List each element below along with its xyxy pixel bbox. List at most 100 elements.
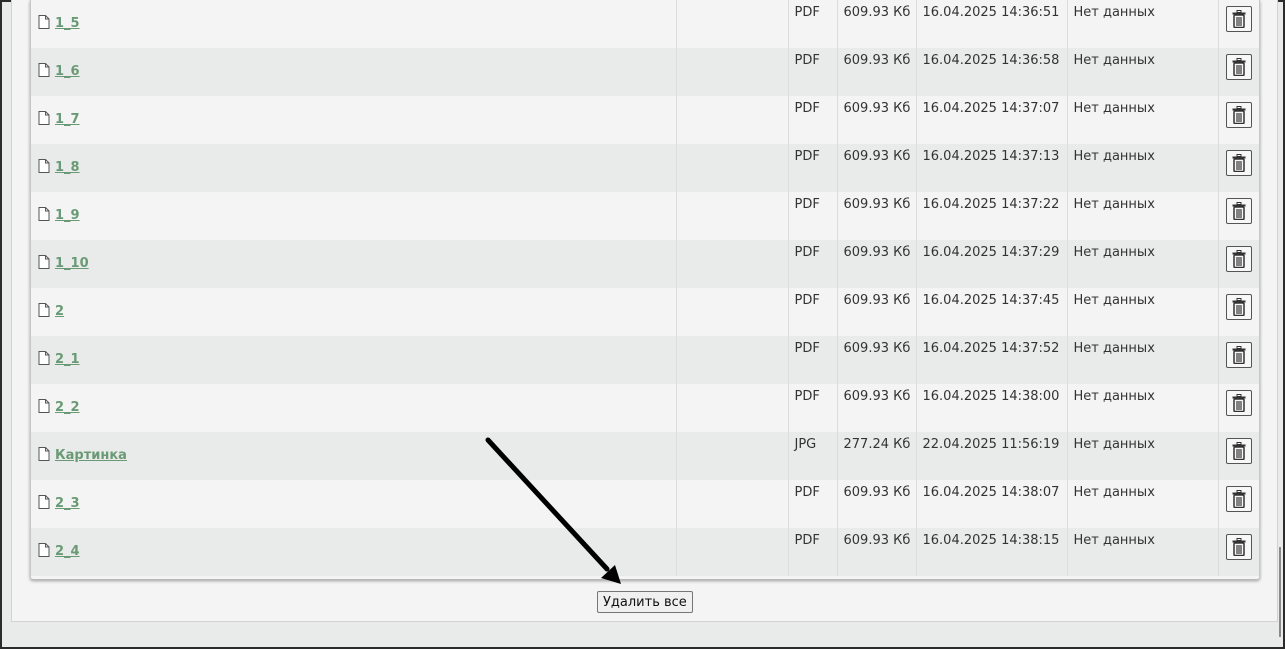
trash-icon [1232,250,1246,268]
delete-file-button[interactable] [1225,342,1252,368]
file-status: Нет данных [1067,96,1219,144]
file-status: Нет данных [1067,240,1219,288]
file-date: 16.04.2025 14:36:58 [916,48,1068,96]
table-row: 2_2 PDF 609.93 Кб 16.04.2025 14:38:00 Не… [31,384,1259,432]
trash-icon [1232,10,1246,28]
file-date: 16.04.2025 14:38:00 [916,384,1068,432]
file-type: PDF [788,192,838,240]
delete-file-button[interactable] [1225,102,1252,128]
file-name-link[interactable]: 2_3 [55,496,80,511]
delete-file-button[interactable] [1225,294,1252,320]
file-name-link[interactable]: 1_10 [55,256,89,271]
table-row: 1_7 PDF 609.93 Кб 16.04.2025 14:37:07 Не… [31,96,1259,144]
file-name-link[interactable]: 2_4 [55,544,80,559]
empty-cell [676,96,789,144]
file-status: Нет данных [1067,288,1219,336]
file-type: PDF [788,528,838,576]
file-icon [38,446,50,461]
files-panel: 1_5 PDF 609.93 Кб 16.04.2025 14:36:51 Не… [11,0,1278,622]
table-row: Картинка JPG 277.24 Кб 22.04.2025 11:56:… [31,432,1259,480]
file-date: 16.04.2025 14:37:22 [916,192,1068,240]
delete-file-button[interactable] [1225,390,1252,416]
delete-file-button[interactable] [1225,54,1252,80]
file-status: Нет данных [1067,528,1219,576]
file-size: 609.93 Кб [837,528,917,576]
file-name-link[interactable]: 1_5 [55,16,80,31]
file-status: Нет данных [1067,480,1219,528]
table-row: 2_1 PDF 609.93 Кб 16.04.2025 14:37:52 Не… [31,336,1259,384]
file-date: 16.04.2025 14:37:52 [916,336,1068,384]
delete-file-button[interactable] [1225,6,1252,32]
trash-icon [1232,202,1246,220]
delete-file-button[interactable] [1225,150,1252,176]
trash-icon [1232,106,1246,124]
trash-icon [1232,58,1246,76]
delete-file-button[interactable] [1225,438,1252,464]
file-type: PDF [788,144,838,192]
file-size: 609.93 Кб [837,288,917,336]
file-name-link[interactable]: 1_6 [55,64,80,79]
delete-file-button[interactable] [1225,246,1252,272]
file-size: 609.93 Кб [837,240,917,288]
empty-cell [676,480,789,528]
scrollbar[interactable] [1279,547,1281,637]
empty-cell [676,336,789,384]
file-size: 609.93 Кб [837,336,917,384]
file-name-link[interactable]: 1_9 [55,208,80,223]
delete-all-button[interactable]: Удалить все [597,591,693,613]
file-status: Нет данных [1067,384,1219,432]
empty-cell [676,240,789,288]
delete-file-button[interactable] [1225,534,1252,560]
file-status: Нет данных [1067,144,1219,192]
empty-cell [676,0,789,48]
files-table: 1_5 PDF 609.93 Кб 16.04.2025 14:36:51 Не… [31,0,1259,576]
file-icon [38,158,50,173]
file-type: PDF [788,288,838,336]
file-status: Нет данных [1067,0,1219,48]
trash-icon [1232,394,1246,412]
file-date: 16.04.2025 14:37:29 [916,240,1068,288]
file-name-link[interactable]: 1_8 [55,160,80,175]
file-type: PDF [788,480,838,528]
file-type: PDF [788,336,838,384]
table-row: 2 PDF 609.93 Кб 16.04.2025 14:37:45 Нет … [31,288,1259,336]
file-status: Нет данных [1067,48,1219,96]
file-date: 16.04.2025 14:38:07 [916,480,1068,528]
file-type: PDF [788,48,838,96]
file-name-link[interactable]: 2_1 [55,352,80,367]
trash-icon [1232,490,1246,508]
file-size: 609.93 Кб [837,48,917,96]
table-row: 1_9 PDF 609.93 Кб 16.04.2025 14:37:22 Не… [31,192,1259,240]
delete-file-button[interactable] [1225,486,1252,512]
empty-cell [676,432,789,480]
trash-icon [1232,442,1246,460]
page-frame: 1_5 PDF 609.93 Кб 16.04.2025 14:36:51 Не… [2,0,1283,647]
file-date: 22.04.2025 11:56:19 [916,432,1068,480]
file-name-link[interactable]: 1_7 [55,112,80,127]
table-row: 1_10 PDF 609.93 Кб 16.04.2025 14:37:29 Н… [31,240,1259,288]
empty-cell [676,192,789,240]
file-type: JPG [788,432,838,480]
table-row: 2_4 PDF 609.93 Кб 16.04.2025 14:38:15 Не… [31,528,1259,576]
table-row: 1_6 PDF 609.93 Кб 16.04.2025 14:36:58 Не… [31,48,1259,96]
file-status: Нет данных [1067,432,1219,480]
file-name-link[interactable]: 2_2 [55,400,80,415]
empty-cell [676,528,789,576]
file-icon [38,494,50,509]
file-name-link[interactable]: Картинка [55,448,127,463]
file-name-link[interactable]: 2 [55,304,64,319]
file-icon [38,206,50,221]
files-table-container: 1_5 PDF 609.93 Кб 16.04.2025 14:36:51 Не… [30,0,1260,580]
file-size: 609.93 Кб [837,144,917,192]
empty-cell [676,48,789,96]
delete-file-button[interactable] [1225,198,1252,224]
file-size: 277.24 Кб [837,432,917,480]
file-date: 16.04.2025 14:36:51 [916,0,1068,48]
file-icon [38,62,50,77]
file-status: Нет данных [1067,192,1219,240]
table-row: 1_8 PDF 609.93 Кб 16.04.2025 14:37:13 Не… [31,144,1259,192]
file-date: 16.04.2025 14:37:13 [916,144,1068,192]
file-size: 609.93 Кб [837,192,917,240]
file-size: 609.93 Кб [837,384,917,432]
file-icon [38,254,50,269]
